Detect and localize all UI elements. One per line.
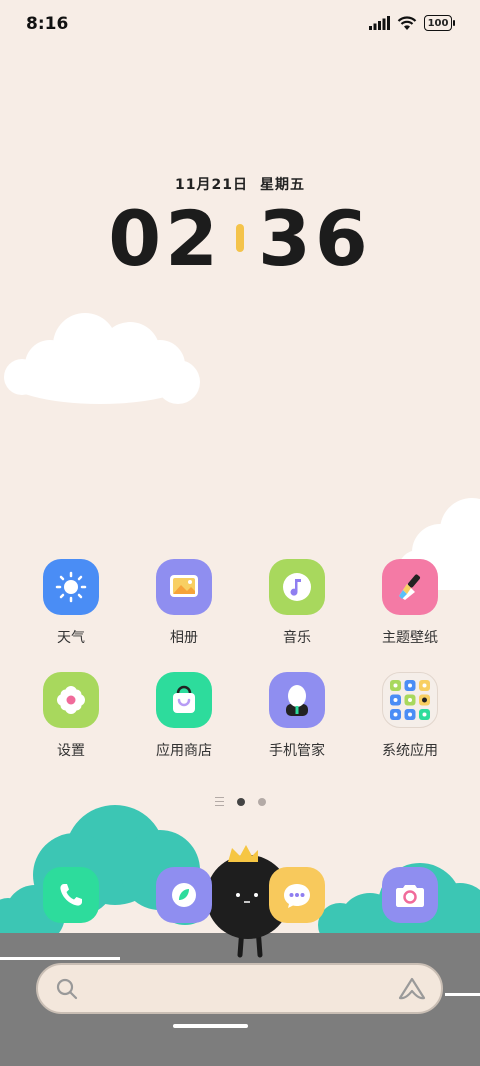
search-icon <box>56 978 78 1000</box>
app-music[interactable]: 音乐 <box>252 559 342 647</box>
settings-icon <box>43 672 99 728</box>
date-text: 11月21日 <box>175 177 248 193</box>
themes-icon <box>382 559 438 615</box>
app-store[interactable]: 应用商店 <box>139 672 229 760</box>
app-label: 音乐 <box>283 630 311 646</box>
page-dot-active[interactable] <box>236 797 245 806</box>
gallery-icon <box>156 559 212 615</box>
app-label: 设置 <box>57 743 85 759</box>
phone-manager-icon <box>269 672 325 728</box>
dock-camera[interactable] <box>365 867 455 923</box>
status-bar: 8:16 100 <box>0 0 480 50</box>
app-label: 天气 <box>57 630 85 646</box>
browser-icon <box>156 867 212 923</box>
dock-phone[interactable] <box>26 867 116 923</box>
search-bar[interactable] <box>36 963 443 1014</box>
app-settings[interactable]: 设置 <box>26 672 116 760</box>
app-folder-system[interactable]: 系统应用 <box>365 672 455 760</box>
messages-icon <box>269 867 325 923</box>
app-label: 系统应用 <box>382 743 438 759</box>
app-themes[interactable]: 主题壁纸 <box>365 559 455 647</box>
clock-widget-date[interactable]: 11月21日 星期五 <box>0 174 480 194</box>
phone-icon <box>43 867 99 923</box>
app-label: 相册 <box>170 630 198 646</box>
clock-minutes: 36 <box>258 194 372 283</box>
page-dot[interactable] <box>257 797 266 806</box>
battery-icon: 100 <box>424 15 455 31</box>
cloud-top <box>4 313 200 404</box>
dock-browser[interactable] <box>139 867 229 923</box>
menu-lines-icon[interactable] <box>214 797 224 806</box>
signal-icon <box>369 16 390 30</box>
status-time: 8:16 <box>26 14 69 34</box>
app-weather[interactable]: 天气 <box>26 559 116 647</box>
app-gallery[interactable]: 相册 <box>139 559 229 647</box>
wifi-icon <box>397 15 417 30</box>
clock-hours: 02 <box>108 194 222 283</box>
clock-colon <box>236 224 244 252</box>
weather-icon <box>43 559 99 615</box>
home-indicator[interactable] <box>173 1024 248 1028</box>
page-indicator[interactable] <box>0 797 480 806</box>
folder-icon <box>382 672 438 728</box>
camera-icon <box>382 867 438 923</box>
weekday-text: 星期五 <box>259 177 305 193</box>
app-label: 主题壁纸 <box>382 630 438 646</box>
app-phone-manager[interactable]: 手机管家 <box>252 672 342 760</box>
dock-messages[interactable] <box>252 867 342 923</box>
app-label: 应用商店 <box>156 743 212 759</box>
app-store-icon <box>156 672 212 728</box>
app-label: 手机管家 <box>269 743 325 759</box>
music-icon <box>269 559 325 615</box>
clock-widget-time[interactable]: 02 36 <box>0 196 480 282</box>
assistant-icon[interactable] <box>397 976 427 1002</box>
